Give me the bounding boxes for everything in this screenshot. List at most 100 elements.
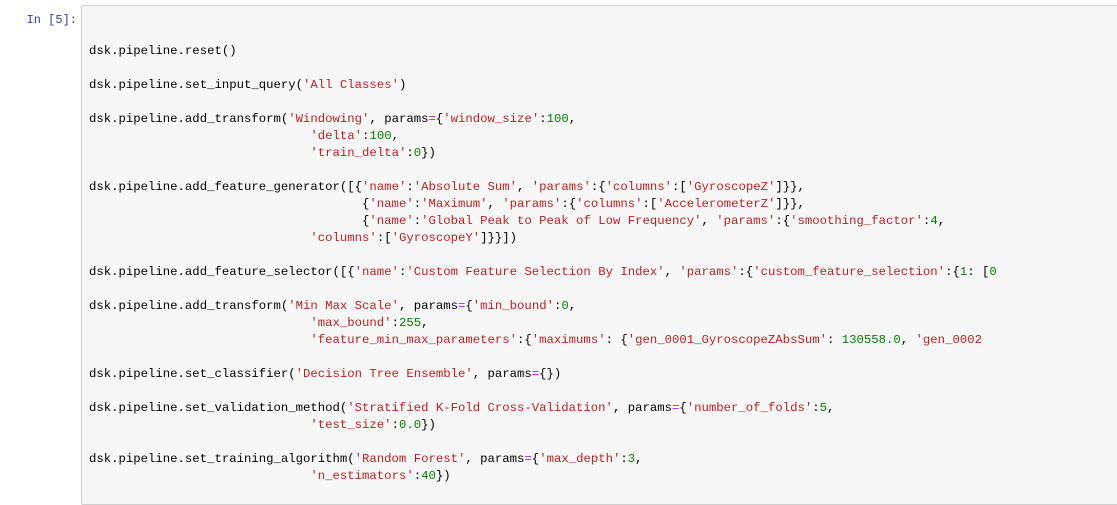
code-token: ]}}])	[480, 231, 518, 245]
code-number-token: 0	[989, 265, 997, 279]
code-number-token: 100	[546, 112, 569, 126]
code-string-token: 'params'	[679, 265, 739, 279]
code-string-token: 'Global Peak to Peak of Low Frequency'	[421, 214, 702, 228]
code-string-token: 'min_bound'	[472, 299, 554, 313]
code-token: :{	[738, 265, 754, 279]
code-token: dsk.pipeline.add_transform(	[89, 112, 289, 126]
code-string-token: 'feature_min_max_parameters'	[310, 333, 518, 347]
code-editor[interactable]: dsk.pipeline.reset() dsk.pipeline.set_inp…	[81, 5, 1117, 505]
code-token: :	[413, 469, 422, 483]
code-string-token: 'name'	[354, 265, 399, 279]
code-token: ]}},	[775, 180, 805, 194]
code-number-token: 255	[398, 316, 422, 330]
code-string-token: 'custom_feature_selection'	[753, 265, 946, 279]
code-string-token: 'max_depth'	[539, 452, 621, 466]
code-string-token: 'columns'	[605, 180, 673, 194]
code-token: {	[465, 299, 473, 313]
code-string-token: 'Maximum'	[421, 197, 488, 211]
code-token: ,	[568, 299, 577, 313]
code-token: ,	[421, 316, 429, 330]
code-token: :	[620, 452, 628, 466]
code-token: :	[391, 418, 399, 432]
code-operator-token: =	[524, 452, 532, 466]
code-token: :	[413, 197, 422, 211]
code-number-token: 0	[561, 299, 569, 313]
code-string-token: 'params'	[716, 214, 776, 228]
code-line: dsk.pipeline.add_feature_selector([{'nam…	[89, 264, 997, 281]
code-line: 'columns':['GyroscopeY']}}])	[89, 230, 997, 247]
code-string-token: 'Custom Feature Selection By Index'	[406, 265, 665, 279]
code-token: ,	[937, 214, 946, 228]
code-token: , params	[465, 452, 525, 466]
code-string-token: 'columns'	[576, 197, 643, 211]
code-string-token: 'number_of_folds'	[686, 401, 813, 415]
code-string-token: 'n_estimators'	[310, 469, 414, 483]
code-operator-token: =	[428, 112, 436, 126]
code-string-token: 'params'	[502, 197, 562, 211]
code-token: , params	[398, 299, 458, 313]
code-line: dsk.pipeline.add_transform('Windowing', …	[89, 111, 997, 128]
code-token: dsk.pipeline.set_input_query(	[89, 78, 304, 92]
code-token: dsk.pipeline.set_validation_method(	[89, 401, 348, 415]
code-line: dsk.pipeline.add_feature_generator([{'na…	[89, 179, 997, 196]
code-token: dsk.pipeline.set_classifier(	[89, 367, 296, 381]
code-token: })	[435, 469, 451, 483]
code-string-token: 'Stratified K-Fold Cross-Validation'	[347, 401, 613, 415]
code-string-token: 'AccelerometerZ'	[657, 197, 776, 211]
code-line: 'train_delta':0})	[89, 145, 997, 162]
code-token: :	[406, 180, 414, 194]
code-token: ,	[568, 112, 577, 126]
code-token: :{	[517, 333, 532, 347]
code-token: dsk.pipeline.reset()	[89, 44, 237, 58]
code-token: , params	[612, 401, 672, 415]
code-token: ,	[664, 265, 680, 279]
code-string-token: 'name'	[362, 180, 407, 194]
code-token: :	[539, 112, 547, 126]
code-string-token: 'smoothing_factor'	[790, 214, 923, 228]
code-string-token: 'params'	[531, 180, 591, 194]
code-string-token: 'Decision Tree Ensemble'	[295, 367, 473, 381]
code-string-token: 'name'	[369, 214, 414, 228]
code-line: 'delta':100,	[89, 128, 997, 145]
code-string-token: 'window_size'	[443, 112, 540, 126]
code-number-token: 40	[421, 469, 436, 483]
code-number-token: 0	[413, 146, 422, 160]
code-token: })	[421, 418, 436, 432]
code-token: :	[413, 214, 422, 228]
code-line: {'name':'Global Peak to Peak of Low Freq…	[89, 213, 997, 230]
code-token: {})	[539, 367, 562, 381]
code-string-token: 'Min Max Scale'	[288, 299, 399, 313]
code-string-token: 'name'	[369, 197, 414, 211]
code-line: 'max_bound':255,	[89, 315, 997, 332]
code-token: :	[826, 333, 842, 347]
code-block[interactable]: dsk.pipeline.reset() dsk.pipeline.set_inp…	[89, 43, 997, 485]
code-line: dsk.pipeline.set_training_algorithm('Ran…	[89, 451, 997, 468]
code-string-token: 'GyroscopeY'	[391, 231, 481, 245]
code-number-token: 0.0	[398, 418, 422, 432]
code-token: : [	[967, 265, 990, 279]
code-line: dsk.pipeline.set_classifier('Decision Tr…	[89, 366, 997, 383]
code-token: dsk.pipeline.set_training_algorithm(	[89, 452, 355, 466]
code-token: :{	[590, 180, 606, 194]
code-line: dsk.pipeline.reset()	[89, 43, 997, 60]
code-token: ,	[517, 180, 532, 194]
code-token: :{	[945, 265, 960, 279]
code-string-token: 'columns'	[310, 231, 377, 245]
code-token: ,	[701, 214, 717, 228]
code-token: , params	[472, 367, 532, 381]
code-string-token: 'Absolute Sum'	[413, 180, 518, 194]
code-string-token: 'gen_0001_GyroscopeZAbsSum'	[627, 333, 827, 347]
code-token: {	[679, 401, 687, 415]
